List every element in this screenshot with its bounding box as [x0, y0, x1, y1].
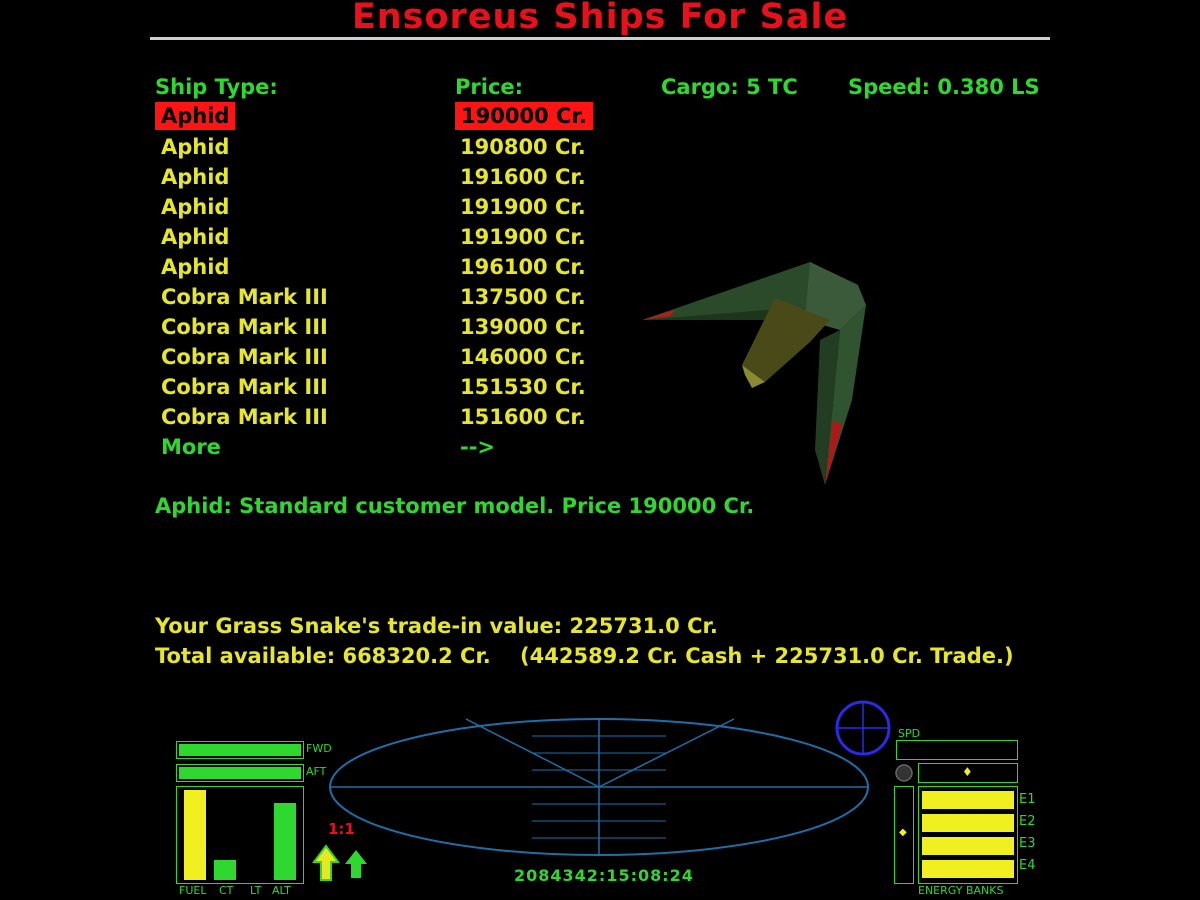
- energy-bank-1: [922, 791, 1014, 809]
- ship-name[interactable]: Cobra Mark III: [161, 282, 328, 312]
- e3-label: E3: [1019, 836, 1036, 851]
- cargo-info: Cargo: 5 TC: [661, 75, 798, 99]
- scanner: [329, 718, 869, 856]
- energy-bank-4: [922, 860, 1014, 878]
- ship-name[interactable]: Cobra Mark III: [161, 312, 328, 342]
- ship-name[interactable]: Aphid: [161, 252, 229, 282]
- aft-shield-gauge: [176, 764, 304, 782]
- price-header: Price:: [455, 75, 524, 99]
- ship-name[interactable]: Cobra Mark III: [161, 402, 328, 432]
- energy-banks-label: ENERGY BANKS: [918, 884, 1004, 897]
- altitude-gauge: [274, 803, 296, 880]
- ship-price[interactable]: 191600 Cr.: [460, 162, 586, 192]
- ship-price[interactable]: 190800 Cr.: [460, 132, 586, 162]
- aft-shield-level: [179, 767, 301, 779]
- speed-gauge: [896, 740, 1018, 760]
- ship-price[interactable]: 151600 Cr.: [460, 402, 586, 432]
- ship-price[interactable]: 151530 Cr.: [460, 372, 586, 402]
- e1-label: E1: [1019, 792, 1036, 807]
- roll-indicator: ♦: [918, 763, 1018, 783]
- energy-bank-2: [922, 814, 1014, 832]
- ship-name[interactable]: Aphid: [161, 132, 229, 162]
- ct-label: CT: [219, 884, 234, 897]
- fuel-label: FUEL: [179, 884, 207, 897]
- more-arrow[interactable]: -->: [460, 432, 495, 462]
- pitch-marker-icon: ◆: [899, 827, 907, 838]
- speed-label: SPD: [898, 727, 921, 740]
- ship-model-image: [642, 262, 866, 485]
- ship-price[interactable]: 191900 Cr.: [460, 222, 586, 252]
- ship-price[interactable]: 139000 Cr.: [460, 312, 586, 342]
- pitch-indicator: ◆: [894, 786, 914, 884]
- e2-label: E2: [1019, 814, 1036, 829]
- cabin-temp-gauge: [214, 860, 236, 880]
- title-divider: [150, 37, 1050, 40]
- fuel-gauge: [184, 790, 206, 880]
- ship-price[interactable]: 196100 Cr.: [460, 252, 586, 282]
- ship-price[interactable]: 146000 Cr.: [460, 342, 586, 372]
- energy-banks-gauge: [918, 786, 1018, 884]
- ship-name[interactable]: Aphid: [155, 102, 236, 130]
- e4-label: E4: [1019, 858, 1036, 873]
- ship-description: Aphid: Standard customer model. Price 19…: [155, 494, 755, 518]
- ship-type-header: Ship Type:: [155, 75, 278, 99]
- ship-price[interactable]: 191900 Cr.: [460, 192, 586, 222]
- ship-name[interactable]: Aphid: [161, 192, 229, 222]
- energy-bank-3: [922, 837, 1014, 855]
- alt-label: ALT: [272, 884, 291, 897]
- compass-icon: [835, 700, 891, 756]
- game-clock: 2084342:15:08:24: [514, 866, 694, 885]
- more-button[interactable]: More: [161, 432, 221, 462]
- total-available: Total available: 668320.2 Cr. (442589.2 …: [155, 644, 1014, 668]
- status-light-icon: [895, 764, 913, 782]
- ship-name[interactable]: Cobra Mark III: [161, 372, 328, 402]
- ship-name[interactable]: Aphid: [161, 222, 229, 252]
- aft-label: AFT: [306, 765, 327, 778]
- trade-in-value: Your Grass Snake's trade-in value: 22573…: [155, 614, 718, 638]
- roll-marker-icon: ♦: [962, 765, 973, 779]
- lt-label: LT: [250, 884, 262, 897]
- page-title: Ensoreus Ships For Sale: [351, 0, 849, 37]
- forward-shield-gauge: [176, 741, 304, 759]
- ship-price[interactable]: 137500 Cr.: [460, 282, 586, 312]
- forward-shield-level: [179, 744, 301, 756]
- ship-price[interactable]: 190000 Cr.: [455, 102, 593, 130]
- ship-name[interactable]: Aphid: [161, 162, 229, 192]
- speed-info: Speed: 0.380 LS: [848, 75, 1040, 99]
- ship-name[interactable]: Cobra Mark III: [161, 342, 328, 372]
